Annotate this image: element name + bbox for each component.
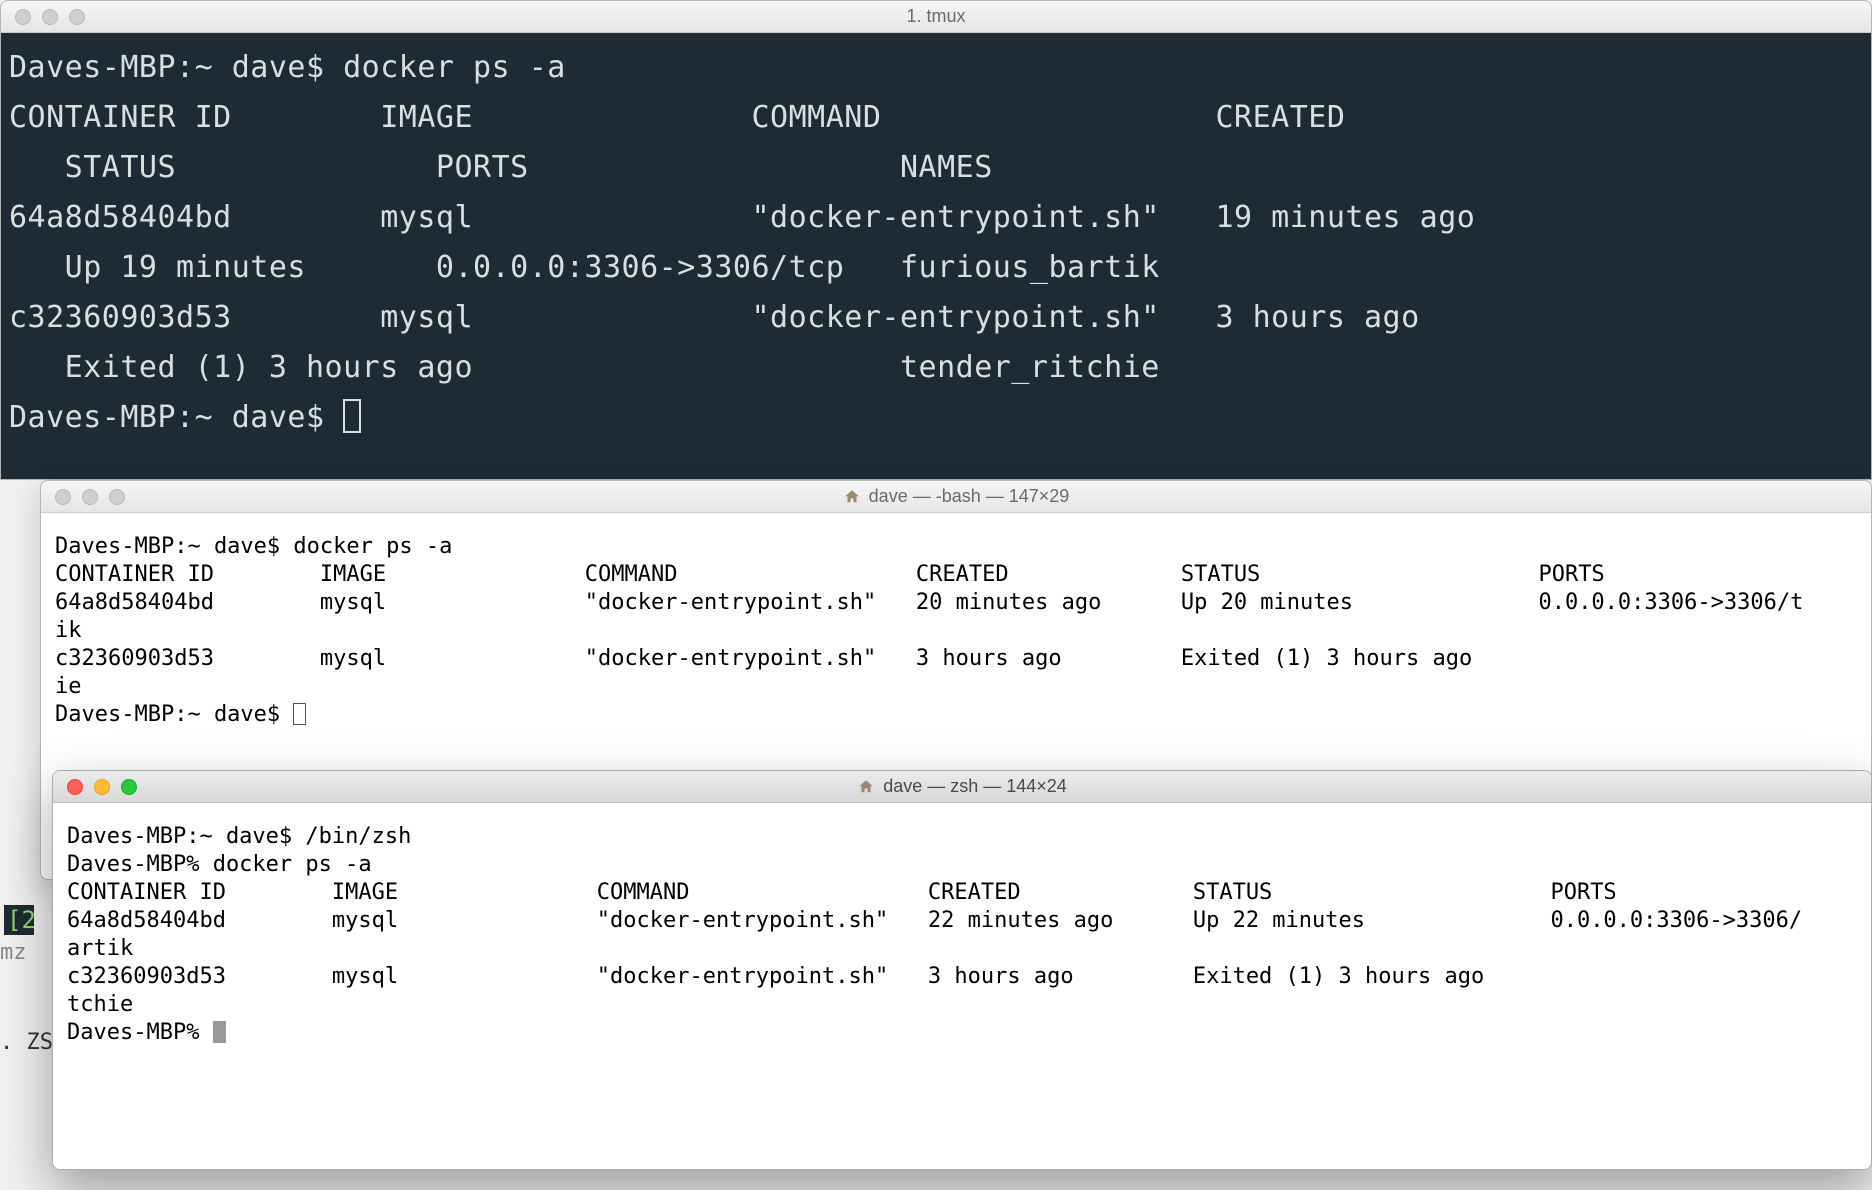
background-fragment: [2 — [4, 905, 34, 935]
terminal-line: CONTAINER ID IMAGE COMMAND CREATED — [9, 100, 1345, 135]
cursor-icon — [293, 703, 306, 725]
terminal-line: tchie — [67, 992, 133, 1017]
terminal-line: c32360903d53 mysql "docker-entrypoint.sh… — [67, 964, 1484, 989]
terminal-line: 64a8d58404bd mysql "docker-entrypoint.sh… — [67, 908, 1802, 933]
terminal-line: Daves-MBP:~ dave$ — [55, 702, 293, 727]
cursor-icon — [213, 1021, 226, 1043]
titlebar[interactable]: 1. tmux — [1, 1, 1871, 33]
close-icon[interactable] — [55, 489, 71, 505]
terminal-line: CONTAINER ID IMAGE COMMAND CREATED STATU… — [55, 562, 1605, 587]
terminal-line: CONTAINER ID IMAGE COMMAND CREATED STATU… — [67, 880, 1617, 905]
background-fragment: . ZS — [0, 1030, 53, 1055]
traffic-lights[interactable] — [55, 489, 125, 505]
window-title: dave — -bash — 147×29 — [41, 486, 1871, 507]
zoom-icon[interactable] — [69, 9, 85, 25]
terminal-line: Exited (1) 3 hours ago tender_ritchie — [9, 350, 1160, 385]
window-title: dave — zsh — 144×24 — [53, 776, 1871, 797]
terminal-line: ik — [55, 618, 82, 643]
minimize-icon[interactable] — [94, 779, 110, 795]
terminal-content[interactable]: Daves-MBP:~ dave$ docker ps -a CONTAINER… — [1, 33, 1871, 479]
terminal-line: Up 19 minutes 0.0.0.0:3306->3306/tcp fur… — [9, 250, 1160, 285]
terminal-content[interactable]: Daves-MBP:~ dave$ /bin/zsh Daves-MBP% do… — [53, 803, 1871, 1169]
background-fragment: mz — [0, 940, 27, 965]
terminal-line: Daves-MBP:~ dave$ docker ps -a — [9, 50, 566, 85]
terminal-window-tmux[interactable]: 1. tmux Daves-MBP:~ dave$ docker ps -a C… — [0, 0, 1872, 480]
close-icon[interactable] — [15, 9, 31, 25]
titlebar[interactable]: dave — zsh — 144×24 — [53, 771, 1871, 803]
close-icon[interactable] — [67, 779, 83, 795]
terminal-line: 64a8d58404bd mysql "docker-entrypoint.sh… — [9, 200, 1475, 235]
cursor-icon — [343, 399, 361, 433]
traffic-lights[interactable] — [15, 9, 85, 25]
terminal-line: Daves-MBP% — [67, 1020, 213, 1045]
terminal-window-zsh[interactable]: dave — zsh — 144×24 Daves-MBP:~ dave$ /b… — [52, 770, 1872, 1170]
minimize-icon[interactable] — [82, 489, 98, 505]
terminal-line: Daves-MBP:~ dave$ docker ps -a — [55, 534, 452, 559]
home-icon — [857, 778, 875, 796]
home-icon — [843, 488, 861, 506]
titlebar[interactable]: dave — -bash — 147×29 — [41, 481, 1871, 513]
minimize-icon[interactable] — [42, 9, 58, 25]
zoom-icon[interactable] — [121, 779, 137, 795]
zoom-icon[interactable] — [109, 489, 125, 505]
terminal-line: Daves-MBP:~ dave$ — [9, 400, 343, 435]
window-title: 1. tmux — [1, 6, 1871, 27]
traffic-lights[interactable] — [67, 779, 137, 795]
terminal-line: c32360903d53 mysql "docker-entrypoint.sh… — [9, 300, 1420, 335]
terminal-line: Daves-MBP% docker ps -a — [67, 852, 372, 877]
terminal-line: ie — [55, 674, 82, 699]
terminal-line: 64a8d58404bd mysql "docker-entrypoint.sh… — [55, 590, 1803, 615]
terminal-line: c32360903d53 mysql "docker-entrypoint.sh… — [55, 646, 1472, 671]
terminal-line: STATUS PORTS NAMES — [9, 150, 993, 185]
terminal-line: Daves-MBP:~ dave$ /bin/zsh — [67, 824, 411, 849]
terminal-line: artik — [67, 936, 133, 961]
